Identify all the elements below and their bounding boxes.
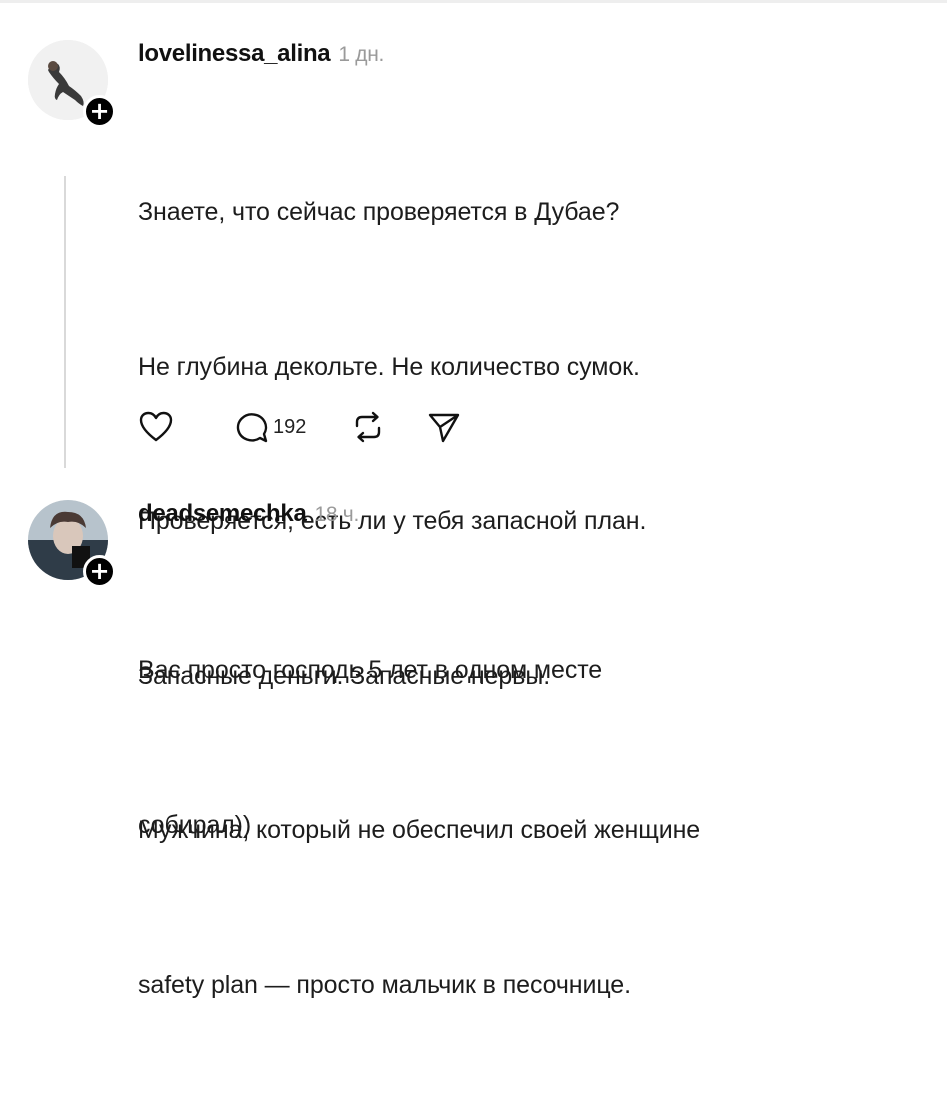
action-bar: 192 bbox=[138, 407, 462, 447]
username-text[interactable]: deadsemechka bbox=[138, 500, 307, 527]
heart-icon bbox=[139, 411, 173, 442]
thread-line bbox=[64, 176, 66, 468]
username-text[interactable]: lovelinessa_alina bbox=[138, 40, 331, 67]
share-icon bbox=[429, 413, 460, 443]
repost-icon bbox=[356, 411, 381, 443]
follow-plus-icon[interactable]: + bbox=[83, 95, 116, 128]
comment-line: safety plan — просто мальчик в песочнице… bbox=[138, 970, 631, 999]
comment-line: Вас просто господь 5 лет в одном месте bbox=[138, 656, 603, 684]
comment-line: Знаете, что сейчас проверяется в Дубае? bbox=[138, 198, 620, 226]
comment-line: собирал)) bbox=[138, 810, 252, 839]
avatar-wrap[interactable]: + bbox=[28, 500, 116, 588]
comment-bubble-icon bbox=[236, 413, 268, 443]
comment-line: Не глубина декольте. Не количество сумок… bbox=[138, 352, 640, 381]
comment-button[interactable]: 192 bbox=[234, 410, 306, 444]
timestamp: 18 ч. bbox=[314, 503, 360, 526]
username[interactable]: deadsemechka 18 ч. bbox=[138, 500, 359, 528]
follow-plus-icon[interactable]: + bbox=[83, 555, 116, 588]
share-button[interactable] bbox=[426, 410, 462, 444]
like-button[interactable] bbox=[138, 410, 174, 444]
top-divider bbox=[0, 0, 947, 3]
username[interactable]: lovelinessa_alina 1 дн. bbox=[138, 40, 384, 68]
timestamp: 1 дн. bbox=[338, 43, 385, 66]
comment-count: 192 bbox=[273, 415, 307, 438]
comment-text: Вас просто господь 5 лет в одном месте с… bbox=[138, 542, 602, 954]
avatar-wrap[interactable]: + bbox=[28, 40, 116, 128]
repost-button[interactable] bbox=[350, 410, 386, 444]
